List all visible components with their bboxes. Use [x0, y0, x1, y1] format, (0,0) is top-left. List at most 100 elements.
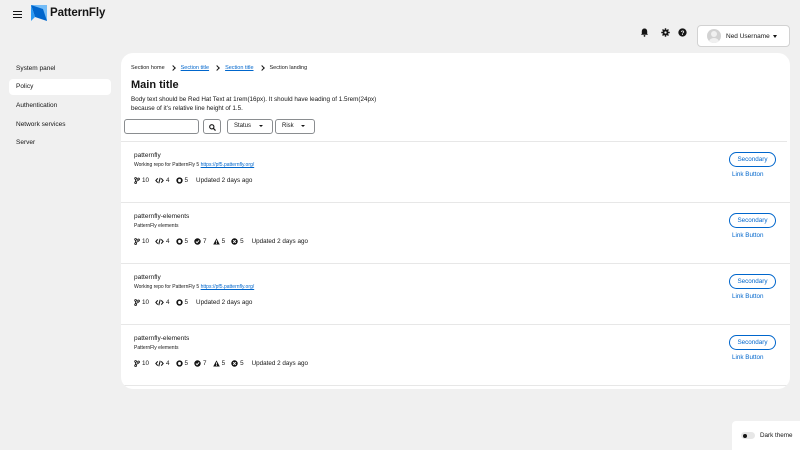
question-circle-icon[interactable]: ?: [678, 28, 687, 37]
repo-description-text: PatternFly elements: [134, 223, 179, 229]
breadcrumb-link[interactable]: Section title: [225, 65, 253, 71]
secondary-button[interactable]: Secondary: [729, 274, 776, 289]
sidebar-item-authentication[interactable]: Authentication: [9, 98, 111, 114]
code-icon: [155, 360, 166, 367]
search-button[interactable]: [203, 119, 221, 134]
warning-count-value: 5: [221, 238, 226, 245]
branch-count-value: 10: [142, 299, 150, 306]
repo-description: Working repo for PatternFly 5 https://pf…: [134, 284, 254, 290]
check-count: 7: [194, 360, 207, 367]
bell-icon[interactable]: [640, 28, 649, 37]
pull-request-count-value: 4: [166, 177, 170, 184]
cube-icon: [175, 299, 185, 306]
dark-theme-switch[interactable]: [741, 432, 755, 439]
sidebar-item-network-services[interactable]: Network services: [9, 117, 111, 133]
sidebar-item-policy[interactable]: Policy: [9, 79, 111, 95]
repo-name: patternfly: [134, 274, 161, 281]
check-circle-icon: [194, 360, 203, 367]
repo-list-item: patternfly-elements PatternFly elements …: [121, 325, 790, 386]
repo-list-item: patternfly Working repo for PatternFly 5…: [121, 264, 790, 325]
error-count: 5: [231, 360, 244, 367]
link-button[interactable]: Link Button: [732, 354, 764, 361]
branch-count: 10: [134, 299, 149, 306]
repo-stats: 10 4 5 Updated 2 days ago: [134, 299, 252, 306]
pull-request-count-value: 4: [166, 299, 170, 306]
repo-list-item: patternfly-elements PatternFly elements …: [121, 203, 790, 264]
breadcrumb-link[interactable]: Section title: [181, 65, 209, 71]
package-count: 5: [175, 238, 189, 245]
check-count-value: 7: [203, 238, 207, 245]
pull-request-count: 4: [155, 177, 170, 184]
secondary-button[interactable]: Secondary: [729, 335, 776, 350]
cube-icon: [175, 238, 185, 245]
hamburger-menu-icon[interactable]: [13, 11, 22, 19]
pull-request-count-value: 4: [166, 360, 170, 367]
dark-theme-label: Dark theme: [760, 432, 793, 439]
link-button[interactable]: Link Button: [732, 171, 764, 178]
package-count-value: 5: [184, 177, 189, 184]
repo-description-text: Working repo for PatternFly 5: [134, 284, 201, 290]
code-branch-icon: [134, 177, 142, 184]
svg-text:?: ?: [681, 30, 685, 37]
status-dropdown[interactable]: Status: [227, 119, 273, 134]
patternfly-logo-icon: [31, 5, 47, 21]
breadcrumb: Section home Section title Section title…: [131, 65, 307, 71]
caret-down-icon: [259, 125, 263, 127]
updated-timestamp: Updated 2 days ago: [251, 238, 308, 245]
link-button[interactable]: Link Button: [732, 293, 764, 300]
error-circle-icon: [231, 360, 240, 367]
toolbar: Status Risk: [124, 118, 790, 134]
dark-theme-toggle-panel: Dark theme: [732, 421, 800, 450]
repo-description: Working repo for PatternFly 5 https://pf…: [134, 162, 254, 168]
search-input[interactable]: [124, 119, 199, 134]
error-count-value: 5: [240, 238, 244, 245]
risk-dropdown-label: Risk: [282, 123, 294, 129]
code-icon: [155, 238, 166, 245]
repo-link[interactable]: https://pf5.patternfly.org/: [201, 162, 255, 168]
chevron-right-icon: [171, 66, 175, 71]
branch-count: 10: [134, 360, 149, 367]
avatar: [707, 29, 721, 43]
page-description: Body text should be Red Hat Text at 1rem…: [131, 96, 377, 112]
pull-request-count: 4: [155, 360, 170, 367]
patternfly-logo[interactable]: PatternFly: [31, 5, 105, 21]
chevron-right-icon: [215, 66, 219, 71]
link-button[interactable]: Link Button: [732, 232, 764, 239]
warning-triangle-icon: [212, 360, 222, 367]
gear-icon[interactable]: [661, 28, 670, 37]
sidebar-item-server[interactable]: Server: [9, 135, 111, 151]
risk-dropdown[interactable]: Risk: [275, 119, 315, 134]
code-icon: [155, 177, 166, 184]
package-count: 5: [175, 177, 189, 184]
repo-list-item: patternfly Working repo for PatternFly 5…: [121, 142, 790, 203]
package-count: 5: [175, 360, 189, 367]
code-branch-icon: [134, 238, 142, 245]
masthead: PatternFly ? Ned Username: [0, 0, 800, 52]
secondary-button[interactable]: Secondary: [729, 152, 776, 167]
secondary-button[interactable]: Secondary: [729, 213, 776, 228]
error-count-value: 5: [240, 360, 244, 367]
updated-timestamp: Updated 2 days ago: [196, 299, 253, 306]
repo-stats: 10 4 5 Updated 2 days ago: [134, 177, 252, 184]
repo-description: PatternFly elements: [134, 345, 178, 351]
package-count-value: 5: [184, 238, 189, 245]
repo-name: patternfly-elements: [134, 213, 190, 220]
caret-down-icon: [301, 125, 305, 127]
package-count-value: 5: [184, 360, 189, 367]
error-count: 5: [231, 238, 244, 245]
branch-count: 10: [134, 238, 149, 245]
breadcrumb-item[interactable]: Section home: [131, 65, 165, 71]
cube-icon: [175, 177, 185, 184]
branch-count-value: 10: [142, 360, 150, 367]
check-circle-icon: [194, 238, 203, 245]
caret-down-icon: [773, 35, 777, 38]
updated-timestamp: Updated 2 days ago: [196, 177, 253, 184]
repo-stats: 10 4 5 7 5 5 Updated 2 days ago: [134, 238, 308, 245]
user-menu-toggle[interactable]: Ned Username: [697, 25, 790, 47]
code-branch-icon: [134, 360, 142, 367]
repo-name: patternfly: [134, 152, 161, 159]
sidebar-item-system-panel[interactable]: System panel: [9, 61, 111, 77]
repo-description: PatternFly elements: [134, 223, 178, 229]
repo-link[interactable]: https://pf5.patternfly.org/: [201, 284, 255, 290]
branch-count-value: 10: [142, 238, 150, 245]
